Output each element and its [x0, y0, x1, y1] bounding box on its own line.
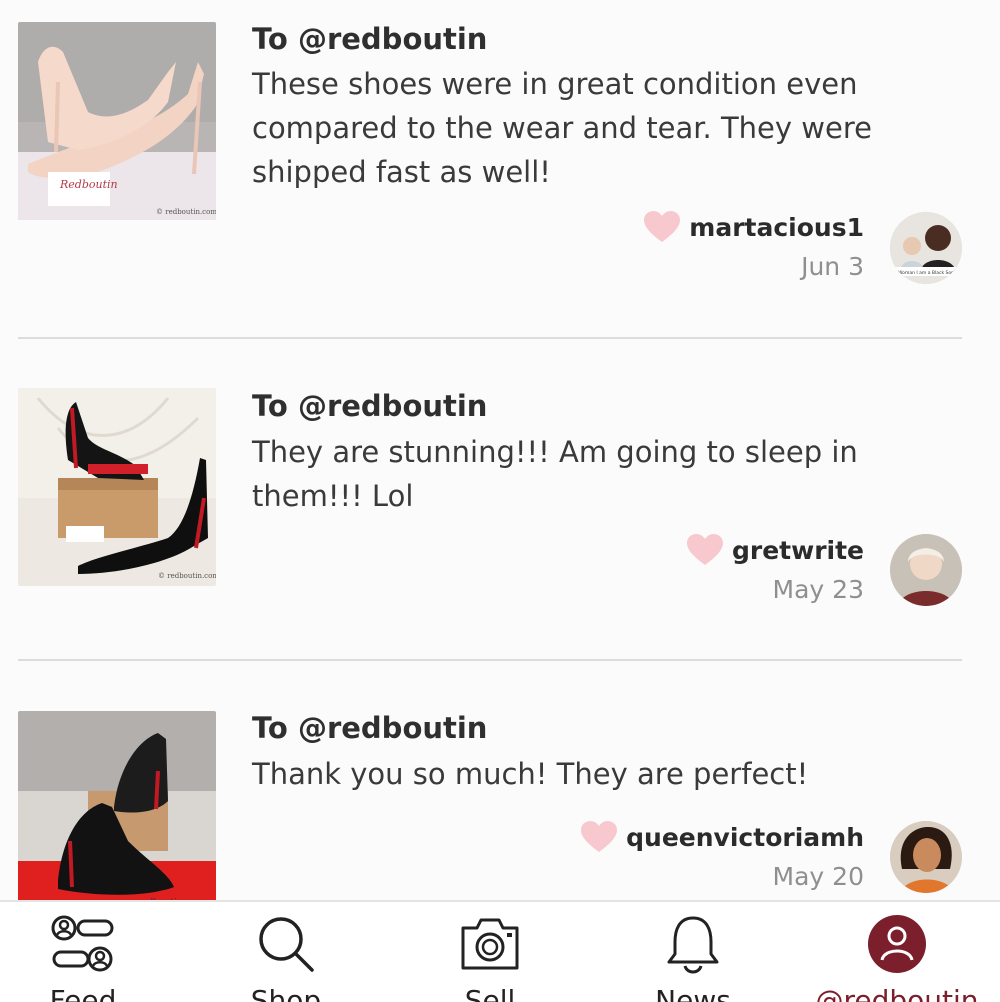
review-message: These shoes were in great condition even…	[252, 67, 872, 189]
review-recipient: To @redboutin	[252, 22, 488, 56]
tab-feed[interactable]: Feed	[0, 902, 183, 1002]
review-message: They are stunning!!! Am going to sleep i…	[252, 435, 858, 513]
camera-icon	[461, 918, 519, 970]
divider	[18, 659, 962, 661]
reviewer-username[interactable]: queenvictoriamh	[626, 823, 864, 852]
thumb-logo-text: Redboutin	[59, 178, 118, 191]
reviewer-row[interactable]: gretwrite	[686, 533, 864, 567]
avatar[interactable]: Woman I am a Black Son	[890, 212, 962, 284]
thumb-watermark: © redboutin.com	[156, 208, 216, 216]
avatar[interactable]	[890, 534, 962, 606]
review-meta: martacious1 Jun 3	[643, 210, 864, 281]
avatar[interactable]	[890, 821, 962, 893]
profile-icon	[868, 915, 926, 973]
divider	[18, 337, 962, 339]
review-date: May 23	[772, 575, 864, 604]
search-icon	[259, 917, 314, 972]
tab-sell[interactable]: Sell	[390, 902, 590, 1002]
review-message: Thank you so much! They are perfect!	[252, 757, 809, 791]
feed-icon	[51, 915, 114, 972]
tab-label: Sell	[464, 984, 516, 1002]
review-recipient: To @redboutin	[252, 711, 488, 745]
heart-icon[interactable]	[580, 820, 618, 854]
love-notes-feed: Redboutin © redboutin.com To @redboutin …	[0, 0, 1000, 900]
product-thumbnail[interactable]: redboutin	[18, 711, 216, 900]
tab-news[interactable]: News	[593, 902, 793, 1002]
bell-icon	[667, 916, 719, 974]
product-thumbnail[interactable]: Redboutin © redboutin.com	[18, 22, 216, 220]
review-recipient: To @redboutin	[252, 389, 488, 423]
tab-label: Feed	[49, 984, 117, 1002]
review-meta: gretwrite May 23	[686, 533, 864, 604]
tab-label: News	[655, 984, 731, 1002]
product-thumbnail[interactable]: © redboutin.com	[18, 388, 216, 586]
review-meta: queenvictoriamh May 20	[580, 820, 864, 891]
bottom-tab-bar: Feed Shop Sell News @redboutin	[0, 900, 1000, 1002]
reviewer-row[interactable]: queenvictoriamh	[580, 820, 864, 854]
avatar-caption: Woman I am a Black Son	[898, 270, 954, 276]
tab-profile[interactable]: @redboutin	[797, 902, 997, 1002]
heart-icon[interactable]	[643, 210, 681, 244]
tab-label: Shop	[250, 984, 322, 1002]
tab-label: @redboutin	[815, 984, 979, 1002]
review-date: May 20	[772, 862, 864, 891]
reviewer-row[interactable]: martacious1	[643, 210, 864, 244]
reviewer-username[interactable]: gretwrite	[732, 536, 864, 565]
heart-icon[interactable]	[686, 533, 724, 567]
reviewer-username[interactable]: martacious1	[689, 213, 864, 242]
review-date: Jun 3	[801, 252, 864, 281]
thumb-watermark: © redboutin.com	[158, 572, 216, 580]
tab-shop[interactable]: Shop	[186, 902, 386, 1002]
